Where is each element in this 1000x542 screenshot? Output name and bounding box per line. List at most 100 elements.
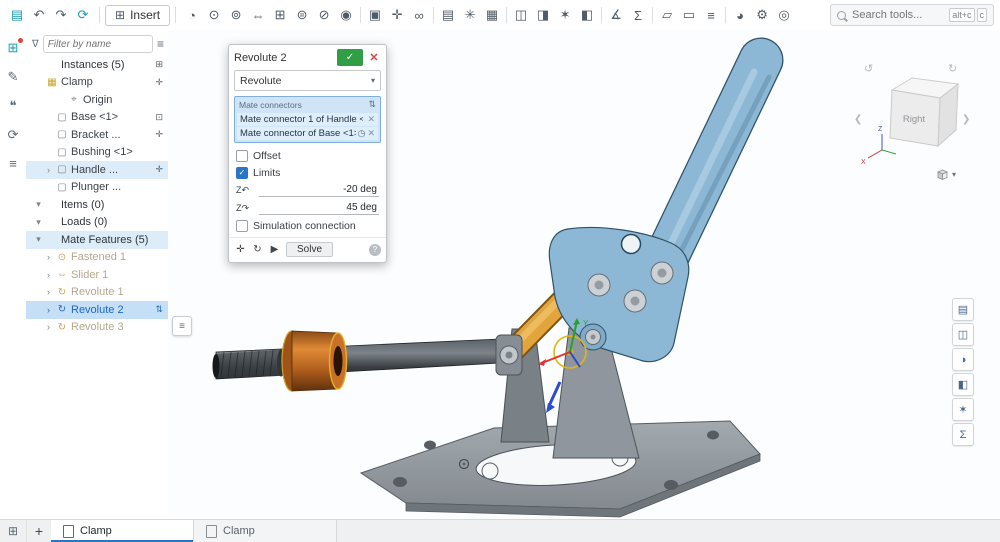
- tree-row[interactable]: ▾ Mate Features (5): [26, 231, 168, 249]
- offset-checkbox[interactable]: [236, 150, 248, 162]
- toolbar-icon[interactable]: ⊚: [225, 3, 247, 27]
- document-tab[interactable]: Clamp: [194, 520, 337, 542]
- accept-button[interactable]: ✓: [337, 49, 363, 66]
- tree-item-badge-icon[interactable]: ⊡: [155, 112, 163, 123]
- tree-item-badge-icon[interactable]: ✛: [155, 77, 163, 88]
- toolbar-icon[interactable]: ⊙: [203, 3, 225, 27]
- tab-manager-icon[interactable]: ⊞: [0, 520, 27, 542]
- tree-flyout-button[interactable]: ≡: [172, 316, 192, 336]
- remove-icon[interactable]: ✕: [367, 128, 375, 139]
- toolbar-icon[interactable]: [725, 7, 726, 23]
- tree-item-badge-icon[interactable]: ⊞: [155, 59, 163, 70]
- expand-chevron-icon[interactable]: ›: [44, 322, 53, 332]
- rotate-left-icon[interactable]: ❮: [854, 114, 862, 125]
- toolbar-icon[interactable]: ⟳: [72, 3, 94, 27]
- tree-row[interactable]: ▢ Bushing <1>: [26, 144, 168, 162]
- toolbar-icon[interactable]: [601, 7, 602, 23]
- toolbar-icon[interactable]: ⊜: [291, 3, 313, 27]
- search-tools-box[interactable]: alt+cc: [830, 4, 994, 26]
- toolbar-icon[interactable]: ✛: [386, 3, 408, 27]
- tree-row[interactable]: › ⇔ Slider 1: [26, 266, 168, 284]
- expand-chevron-icon[interactable]: ›: [44, 252, 53, 262]
- toolbar-icon[interactable]: ↶: [28, 3, 50, 27]
- rotate-right-icon[interactable]: ❯: [962, 114, 970, 125]
- dialog-tool-icon[interactable]: ↻: [251, 244, 264, 255]
- expand-chevron-icon[interactable]: ›: [44, 305, 53, 315]
- expand-chevron-icon[interactable]: ›: [44, 270, 53, 280]
- panel-button[interactable]: ▤: [952, 298, 974, 321]
- offset-row[interactable]: Offset: [229, 147, 386, 164]
- tree-row[interactable]: ⌖ Origin: [26, 91, 168, 109]
- rail-icon[interactable]: ⟳: [8, 127, 19, 143]
- rail-icon[interactable]: ❝: [10, 98, 17, 114]
- toolbar-icon[interactable]: ⊞: [269, 3, 291, 27]
- reorder-icon[interactable]: ⇅: [368, 99, 376, 110]
- tree-item-badge-icon[interactable]: ✛: [155, 164, 163, 175]
- toolbar-icon[interactable]: ◧: [576, 3, 598, 27]
- mate-connector-row[interactable]: Mate connector 1 of Handle <1> ✕: [237, 113, 378, 126]
- panel-button[interactable]: ◫: [952, 323, 974, 346]
- panel-button[interactable]: Σ: [952, 423, 974, 446]
- tree-row[interactable]: ▾ Items (0): [26, 196, 168, 214]
- remove-icon[interactable]: ✕: [367, 114, 375, 125]
- clevis-part[interactable]: [496, 335, 522, 375]
- rail-icon[interactable]: ≡: [9, 156, 17, 171]
- simulation-row[interactable]: Simulation connection: [229, 217, 386, 234]
- toolbar-icon[interactable]: ⚙: [751, 3, 773, 27]
- view-options-button[interactable]: ▾: [936, 168, 956, 181]
- toolbar-icon[interactable]: ▦: [481, 3, 503, 27]
- help-button[interactable]: ?: [369, 244, 381, 256]
- document-tab[interactable]: Clamp: [51, 520, 194, 542]
- view-cube[interactable]: ↺ ↻ ❮ ❯ Right Z X: [852, 56, 972, 166]
- plunger-part[interactable]: [213, 339, 501, 379]
- tree-row[interactable]: ▢ Bracket ... ✛: [26, 126, 168, 144]
- expand-chevron-icon[interactable]: ›: [44, 165, 53, 175]
- list-options-icon[interactable]: ≡: [157, 37, 164, 51]
- expand-chevron-icon[interactable]: ▾: [34, 217, 43, 228]
- toolbar-icon[interactable]: ◫: [510, 3, 532, 27]
- simulation-checkbox[interactable]: [236, 220, 248, 232]
- add-tab-button[interactable]: +: [27, 520, 51, 542]
- toolbar-icon[interactable]: ◨: [532, 3, 554, 27]
- expand-chevron-icon[interactable]: ›: [44, 287, 53, 297]
- panel-button[interactable]: ◧: [952, 373, 974, 396]
- rotate-cw-icon[interactable]: ↻: [948, 63, 957, 75]
- insert-button[interactable]: ⊞ Insert: [105, 5, 170, 26]
- toolbar-icon[interactable]: ▭: [678, 3, 700, 27]
- panel-button[interactable]: ✶: [952, 398, 974, 421]
- toolbar-icon[interactable]: ∞: [408, 3, 430, 27]
- solve-button[interactable]: Solve: [286, 242, 333, 257]
- search-input[interactable]: [850, 8, 945, 22]
- tree-row[interactable]: ▾ Loads (0): [26, 214, 168, 232]
- toolbar-icon[interactable]: Σ: [627, 3, 649, 27]
- toolbar-icon[interactable]: ▤: [437, 3, 459, 27]
- toolbar-icon[interactable]: [652, 7, 653, 23]
- toolbar-icon[interactable]: ◉: [335, 3, 357, 27]
- mate-type-select[interactable]: Revolute ▾: [234, 70, 381, 91]
- tree-item-badge-icon[interactable]: ✛: [155, 129, 163, 140]
- mate-connectors-box[interactable]: Mate connectors ⇅ Mate connector 1 of Ha…: [234, 96, 381, 143]
- limits-checkbox[interactable]: ✓: [236, 167, 248, 179]
- toolbar-icon[interactable]: ◕: [729, 3, 751, 27]
- limit-value-input[interactable]: 45 deg: [259, 202, 379, 215]
- filter-icon[interactable]: ∇: [32, 39, 39, 50]
- toolbar-icon[interactable]: ◎: [773, 3, 795, 27]
- toolbar-icon[interactable]: ▤: [6, 3, 28, 27]
- tree-row[interactable]: › ↻ Revolute 3: [26, 319, 168, 337]
- toolbar-icon[interactable]: ≡: [700, 3, 722, 27]
- clock-icon[interactable]: ◷: [358, 128, 366, 139]
- tree-row[interactable]: › ↻ Revolute 2 ⇅: [26, 301, 168, 319]
- toolbar-icon[interactable]: [506, 7, 507, 23]
- tree-row[interactable]: ▢ Base <1> ⊡: [26, 109, 168, 127]
- limits-row[interactable]: ✓ Limits: [229, 164, 386, 181]
- tree-row[interactable]: ▢ Plunger ...: [26, 179, 168, 197]
- limit-value-input[interactable]: -20 deg: [259, 184, 379, 197]
- toolbar-icon[interactable]: ∡: [605, 3, 627, 27]
- dialog-tool-icon[interactable]: ▶: [268, 244, 281, 255]
- tree-item-badge-icon[interactable]: ⇅: [155, 304, 163, 315]
- expand-chevron-icon[interactable]: ▾: [34, 234, 43, 245]
- toolbar-icon[interactable]: ✳: [459, 3, 481, 27]
- panel-button[interactable]: ◑: [952, 348, 974, 371]
- bushing-part[interactable]: [282, 331, 347, 391]
- tree-row[interactable]: ▦ Clamp ✛: [26, 74, 168, 92]
